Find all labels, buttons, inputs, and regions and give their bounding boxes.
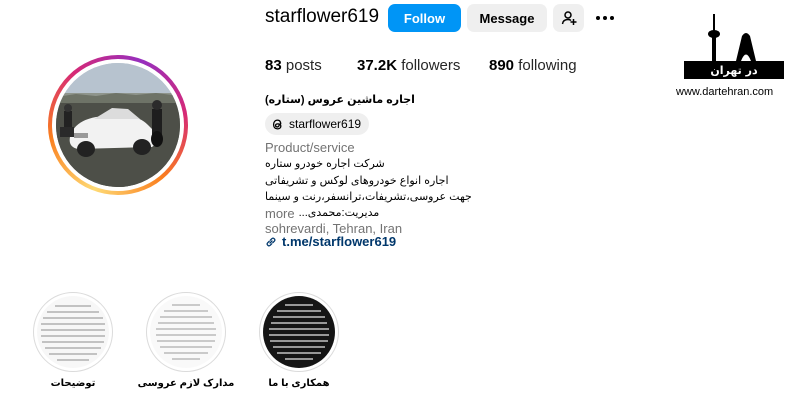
add-user-button[interactable] — [553, 4, 584, 32]
following-stat[interactable]: 890 following — [489, 57, 577, 74]
bio-line: اجاره انواع خودروهای لوکس و تشریفاتی — [265, 175, 449, 187]
add-user-icon — [561, 11, 576, 25]
bio-line: شرکت اجاره خودرو ستاره — [265, 158, 385, 170]
external-link-text: t.me/starflower619 — [282, 234, 397, 249]
message-button[interactable]: Message — [467, 4, 547, 32]
followers-stat[interactable]: 37.2K followers — [357, 57, 460, 74]
logo-text: در تهران — [710, 64, 758, 77]
avatar-gap — [52, 59, 184, 191]
highlight-cover-text-image — [37, 296, 109, 368]
posts-count: 83 — [265, 57, 282, 74]
followers-label: followers — [401, 57, 461, 74]
highlight-label: همکاری با ما — [268, 378, 330, 389]
highlight-label: مدارک لازم عروسی — [137, 378, 235, 389]
dartehran-logo-graphic: در تهران — [684, 14, 784, 79]
bio-line: جهت عروسی،تشریفات،ترانسفر،رنت و سینما — [265, 191, 472, 203]
profile-full-name: اجاره ماشین عروس (ستاره) — [265, 94, 415, 106]
profile-category: Product/service — [265, 140, 355, 155]
profile-avatar-ring[interactable] — [48, 55, 188, 195]
highlight-cooperate-with-us[interactable] — [259, 292, 339, 372]
highlight-cover-text-image — [150, 296, 222, 368]
highlight-cover-text-image — [263, 296, 335, 368]
external-link[interactable]: t.me/starflower619 — [265, 234, 396, 249]
highlight-cover — [150, 296, 222, 368]
following-label: following — [518, 57, 577, 74]
follow-button[interactable]: Follow — [388, 4, 461, 32]
more-options-icon-dot — [596, 16, 600, 20]
profile-username: starflower619 — [265, 6, 380, 27]
bio-line-text: مدیریت:محمدی... — [298, 207, 380, 219]
logo-website: www.dartehran.com — [676, 86, 774, 98]
highlight-cover — [37, 296, 109, 368]
link-icon — [266, 236, 276, 247]
posts-label: posts — [285, 57, 322, 74]
highlight-descriptions[interactable] — [33, 292, 113, 372]
following-count: 890 — [489, 57, 515, 74]
more-options-button[interactable] — [592, 5, 618, 31]
highlight-label: توضیحات — [50, 378, 96, 389]
posts-stat: 83 posts — [265, 57, 322, 74]
bio-more-link[interactable]: more — [265, 206, 295, 221]
highlight-cover — [263, 296, 335, 368]
followers-count: 37.2K — [357, 57, 398, 74]
threads-handle: starflower619 — [289, 117, 362, 131]
more-options-icon-dot — [603, 16, 607, 20]
avatar-photo — [56, 63, 180, 187]
profile-avatar — [56, 63, 180, 187]
more-options-icon-dot — [610, 16, 614, 20]
highlight-wedding-documents[interactable] — [146, 292, 226, 372]
threads-badge[interactable]: starflower619 — [265, 113, 370, 135]
threads-icon — [272, 118, 282, 130]
bio-line-last: مدیریت:محمدی... more — [265, 206, 379, 221]
